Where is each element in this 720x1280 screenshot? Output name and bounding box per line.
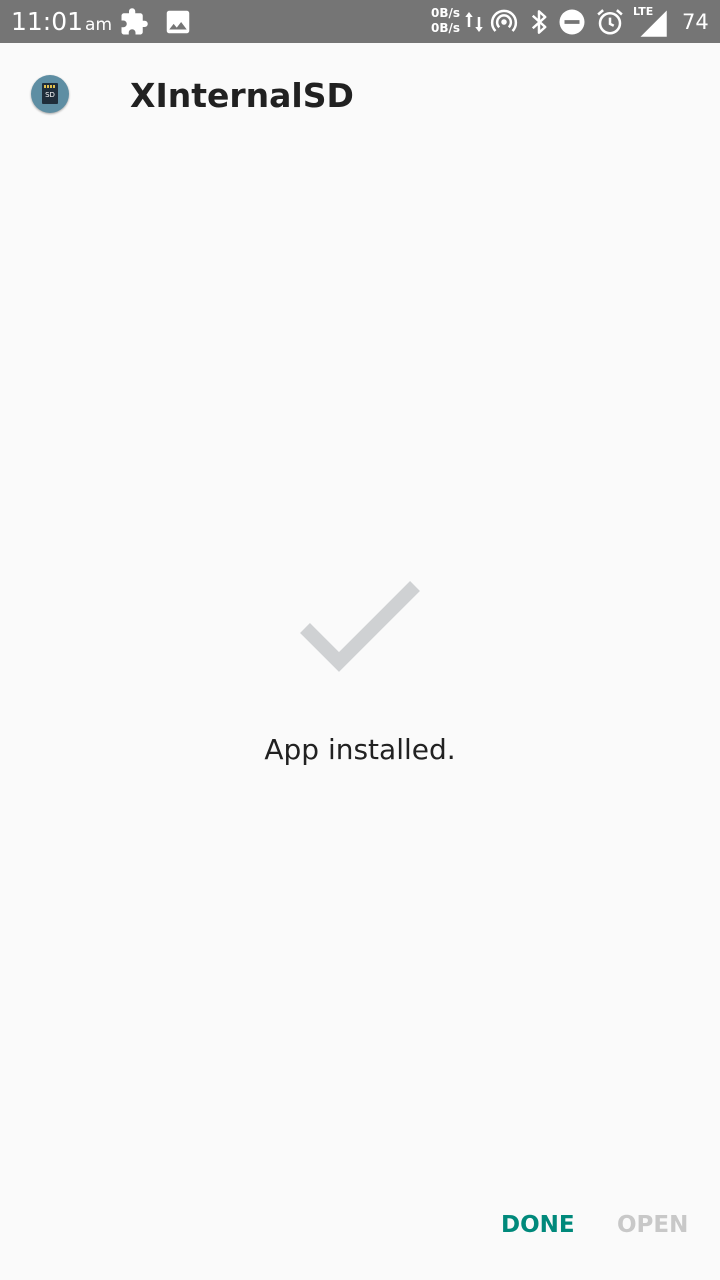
app-header: SD XInternalSD bbox=[0, 43, 720, 143]
signal-icon bbox=[640, 10, 667, 37]
data-arrows-icon bbox=[465, 12, 483, 32]
network-speed: 0B/s 0B/s bbox=[431, 6, 460, 36]
network-speed-up: 0B/s bbox=[431, 6, 461, 20]
status-time-ampm: am bbox=[85, 15, 113, 35]
sd-card-label: SD bbox=[45, 91, 55, 99]
alarm-icon bbox=[597, 9, 623, 35]
sd-card-app-icon: SD bbox=[31, 75, 69, 113]
bluetooth-icon bbox=[531, 10, 547, 34]
puzzle-icon bbox=[121, 8, 148, 35]
hotspot-icon bbox=[490, 9, 518, 32]
image-icon bbox=[166, 10, 190, 34]
app-title: XInternalSD bbox=[130, 76, 354, 115]
done-button[interactable]: DONE bbox=[501, 1203, 575, 1247]
do-not-disturb-icon bbox=[559, 9, 585, 35]
open-button[interactable]: OPEN bbox=[617, 1203, 688, 1247]
status-time: 11:01 am bbox=[11, 7, 112, 40]
checkmark-stroke bbox=[300, 581, 420, 672]
status-bar: 11:01 am 0B/s 0B/s LTE 74 bbox=[0, 0, 720, 43]
install-status-message: App installed. bbox=[264, 733, 456, 766]
checkmark-icon bbox=[300, 581, 420, 672]
network-speed-down: 0B/s bbox=[431, 21, 461, 35]
sd-card-pins bbox=[44, 85, 56, 88]
sd-card-icon: SD bbox=[42, 83, 58, 104]
battery-level: 74 bbox=[682, 10, 709, 34]
status-time-value: 11:01 bbox=[11, 7, 84, 36]
